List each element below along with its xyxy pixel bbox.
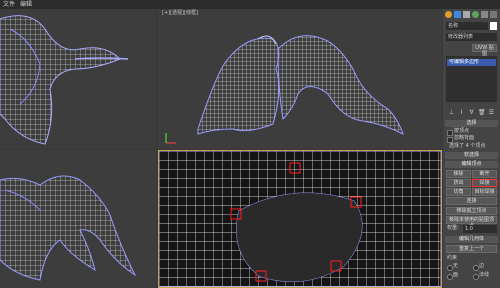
repeat-last-button[interactable]: 重复上一个: [446, 245, 497, 253]
ignore-backfacing-label: 忽略背面: [454, 135, 475, 141]
stack-toolbar: ⊥ Ⅰ ∀ 🗑 ☰: [446, 109, 497, 117]
create-icon[interactable]: [445, 11, 452, 18]
remove-unused-map-button[interactable]: 移除未使用的贴图顶点: [446, 216, 497, 229]
pin-stack-icon[interactable]: ⊥: [448, 109, 455, 116]
constraint-edge-label: 边: [479, 263, 485, 269]
weight-input[interactable]: 1.0: [463, 225, 497, 233]
remove-button[interactable]: 移除: [446, 170, 471, 178]
display-icon[interactable]: [481, 11, 488, 18]
wireframe-mesh: [0, 15, 129, 145]
motion-icon[interactable]: [472, 11, 479, 18]
modify-icon[interactable]: [454, 11, 461, 18]
configure-sets-icon[interactable]: ☰: [488, 109, 495, 116]
constraint-none-label: 无: [453, 263, 459, 269]
show-end-result-icon[interactable]: Ⅰ: [458, 109, 465, 116]
constraint-face-label: 面: [453, 272, 459, 278]
by-vertex-label: 按顶点: [454, 128, 470, 134]
menu-bar: 文件 编辑: [0, 0, 500, 9]
target-weld-button[interactable]: 目标焊接: [472, 188, 497, 196]
remove-modifier-icon[interactable]: 🗑: [478, 109, 486, 116]
modifier-stack: 可编辑多边形: [446, 56, 497, 102]
hierarchy-icon[interactable]: [463, 11, 470, 18]
rollout-select-header[interactable]: 选择: [445, 120, 498, 127]
object-color-swatch[interactable]: [490, 22, 497, 30]
rollout-soft-selection-header[interactable]: 软选择: [445, 152, 498, 159]
axis-gizmo: [165, 133, 176, 144]
by-vertex-checkbox[interactable]: [447, 130, 453, 136]
selection-count: 选择了 4 个顶点: [449, 143, 486, 149]
viewport-bottom-right-active[interactable]: [158, 150, 442, 288]
make-unique-icon[interactable]: ∀: [468, 109, 475, 116]
object-name-field[interactable]: 名称: [446, 22, 488, 30]
connect-button[interactable]: 连接: [446, 197, 497, 205]
viewport-top-left[interactable]: [0, 9, 156, 148]
utilities-icon[interactable]: [490, 11, 497, 18]
rollout-edit-geometry-header[interactable]: 编辑几何体: [445, 236, 498, 243]
wireframe-mesh-closeup: [159, 151, 441, 287]
break-button[interactable]: 断开: [472, 170, 497, 178]
command-panel: 名称 修改器列表 UVW 贴图 可编辑多边形 ⊥ Ⅰ ∀ 🗑 ☰ 选择 按顶点 …: [443, 9, 500, 288]
menu-edit[interactable]: 编辑: [20, 0, 32, 9]
weight-label: 权重:: [447, 225, 459, 231]
viewport-bottom-left[interactable]: [0, 150, 156, 288]
wireframe-mesh: [197, 35, 404, 135]
stack-item-editable-poly[interactable]: 可编辑多边形: [447, 59, 496, 66]
wireframe-mesh: [0, 175, 137, 281]
viewport-top-right[interactable]: [+][透视][线框]: [158, 9, 442, 148]
constraint-normal-label: 法线: [479, 272, 490, 278]
uvw-map-button[interactable]: UVW 贴图: [472, 44, 497, 57]
menu-file[interactable]: 文件: [3, 0, 15, 9]
modifier-list-dropdown[interactable]: 修改器列表: [446, 33, 497, 41]
rollout-edit-vertex-header[interactable]: 编辑顶点: [445, 161, 498, 168]
weld-button[interactable]: 焊接: [472, 179, 497, 187]
viewport-label[interactable]: [+][透视][线框]: [162, 10, 198, 17]
constraints-label: 约束: [447, 255, 458, 261]
chamfer-button[interactable]: 切角: [446, 188, 471, 196]
extrude-button[interactable]: 挤出: [446, 179, 471, 187]
remove-isolated-button[interactable]: 移除孤立顶点: [446, 207, 497, 215]
